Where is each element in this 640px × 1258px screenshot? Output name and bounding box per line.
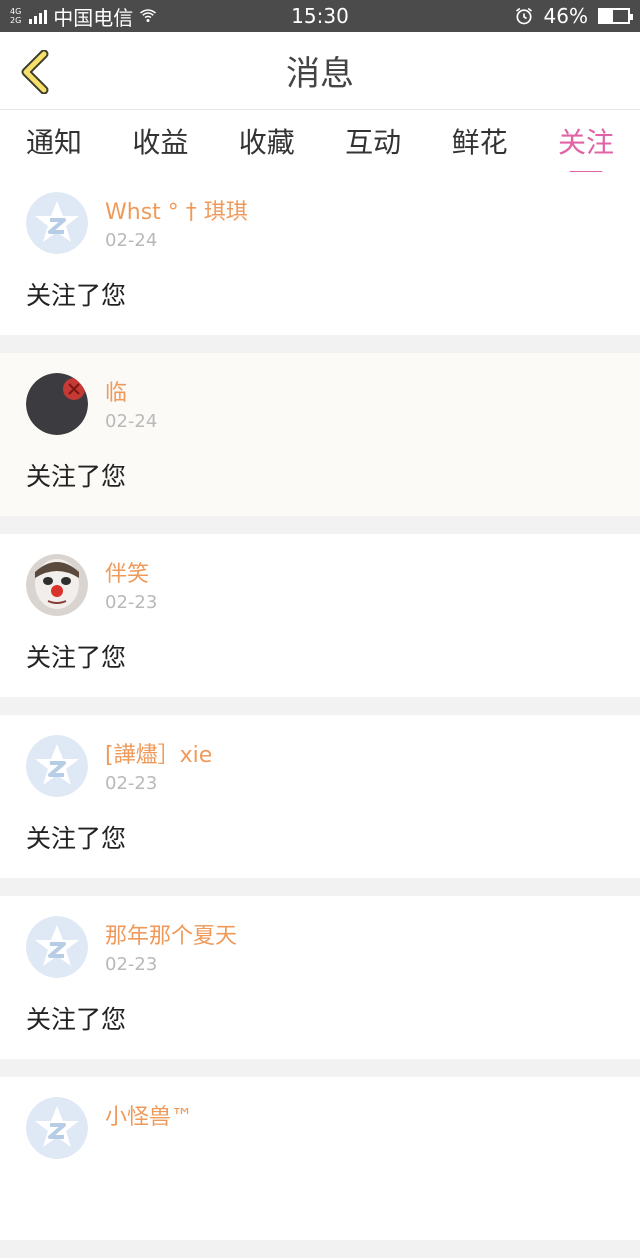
list-item[interactable]: [譁燼］xie 02-23 关注了您 xyxy=(0,715,640,878)
page-title: 消息 xyxy=(286,54,354,94)
network-2g-label: 2G xyxy=(10,16,22,25)
follow-message: 关注了您 xyxy=(26,281,127,310)
default-avatar-icon[interactable] xyxy=(26,1097,88,1159)
user-name[interactable]: Whst ° † 琪琪 xyxy=(105,194,248,226)
tab-flowers[interactable]: 鲜花 xyxy=(452,113,508,169)
default-avatar-icon[interactable] xyxy=(26,735,88,797)
status-right: 46% xyxy=(514,4,633,28)
list-item[interactable]: 临 02-24 关注了您 xyxy=(0,353,640,516)
follow-message: 关注了您 xyxy=(26,824,127,853)
user-name[interactable]: 小怪兽™ xyxy=(105,1099,193,1131)
follow-message: 关注了您 xyxy=(26,1005,127,1034)
signal-icon xyxy=(29,8,48,24)
follow-list: Whst ° † 琪琪 02-24 关注了您 临 02-24 关注了您 伴笑 0… xyxy=(0,172,640,1258)
tab-bar: 通知 收益 收藏 互动 鲜花 关注 xyxy=(0,110,640,175)
battery-fill xyxy=(600,10,613,22)
wifi-icon xyxy=(140,9,157,22)
carrier-name: 中国电信 xyxy=(53,5,134,30)
network-type: 4G 2G xyxy=(10,7,21,25)
battery-percent: 46% xyxy=(543,4,588,28)
default-avatar-icon[interactable] xyxy=(26,192,88,254)
follow-date: 02-24 xyxy=(105,411,158,432)
default-avatar-icon[interactable] xyxy=(26,916,88,978)
tab-following[interactable]: 关注 xyxy=(558,113,614,175)
tab-earnings[interactable]: 收益 xyxy=(132,113,188,169)
list-item[interactable]: 小怪兽™ xyxy=(0,1077,640,1240)
status-bar: 4G 2G 中国电信 15:30 46% xyxy=(0,0,640,32)
user-name[interactable]: [譁燼］xie xyxy=(105,737,212,769)
tab-notifications[interactable]: 通知 xyxy=(26,113,82,169)
tab-favorites[interactable]: 收藏 xyxy=(239,113,295,169)
alarm-icon xyxy=(515,7,532,25)
list-item[interactable]: 伴笑 02-23 关注了您 xyxy=(0,534,640,697)
dark-seal-avatar-icon[interactable] xyxy=(26,373,88,435)
status-left: 4G 2G 中国电信 xyxy=(10,2,157,31)
user-name[interactable]: 临 xyxy=(105,375,127,407)
list-item[interactable]: 那年那个夏天 02-23 关注了您 xyxy=(0,896,640,1059)
list-item[interactable]: Whst ° † 琪琪 02-24 关注了您 xyxy=(0,172,640,335)
user-name[interactable]: 那年那个夏天 xyxy=(105,918,237,950)
network-4g-label: 4G xyxy=(10,7,22,16)
follow-message: 关注了您 xyxy=(26,462,127,491)
user-name[interactable]: 伴笑 xyxy=(105,556,149,588)
follow-date: 02-23 xyxy=(105,592,158,613)
battery-icon xyxy=(598,8,633,24)
back-button[interactable] xyxy=(16,50,56,94)
follow-date: 02-23 xyxy=(105,954,158,975)
follow-date: 02-23 xyxy=(105,773,158,794)
follow-date: 02-24 xyxy=(105,230,158,251)
follow-message: 关注了您 xyxy=(26,643,127,672)
clown-face-avatar-icon[interactable] xyxy=(26,554,88,616)
tab-interactions[interactable]: 互动 xyxy=(345,113,401,169)
navigation-bar: 消息 xyxy=(0,32,640,110)
